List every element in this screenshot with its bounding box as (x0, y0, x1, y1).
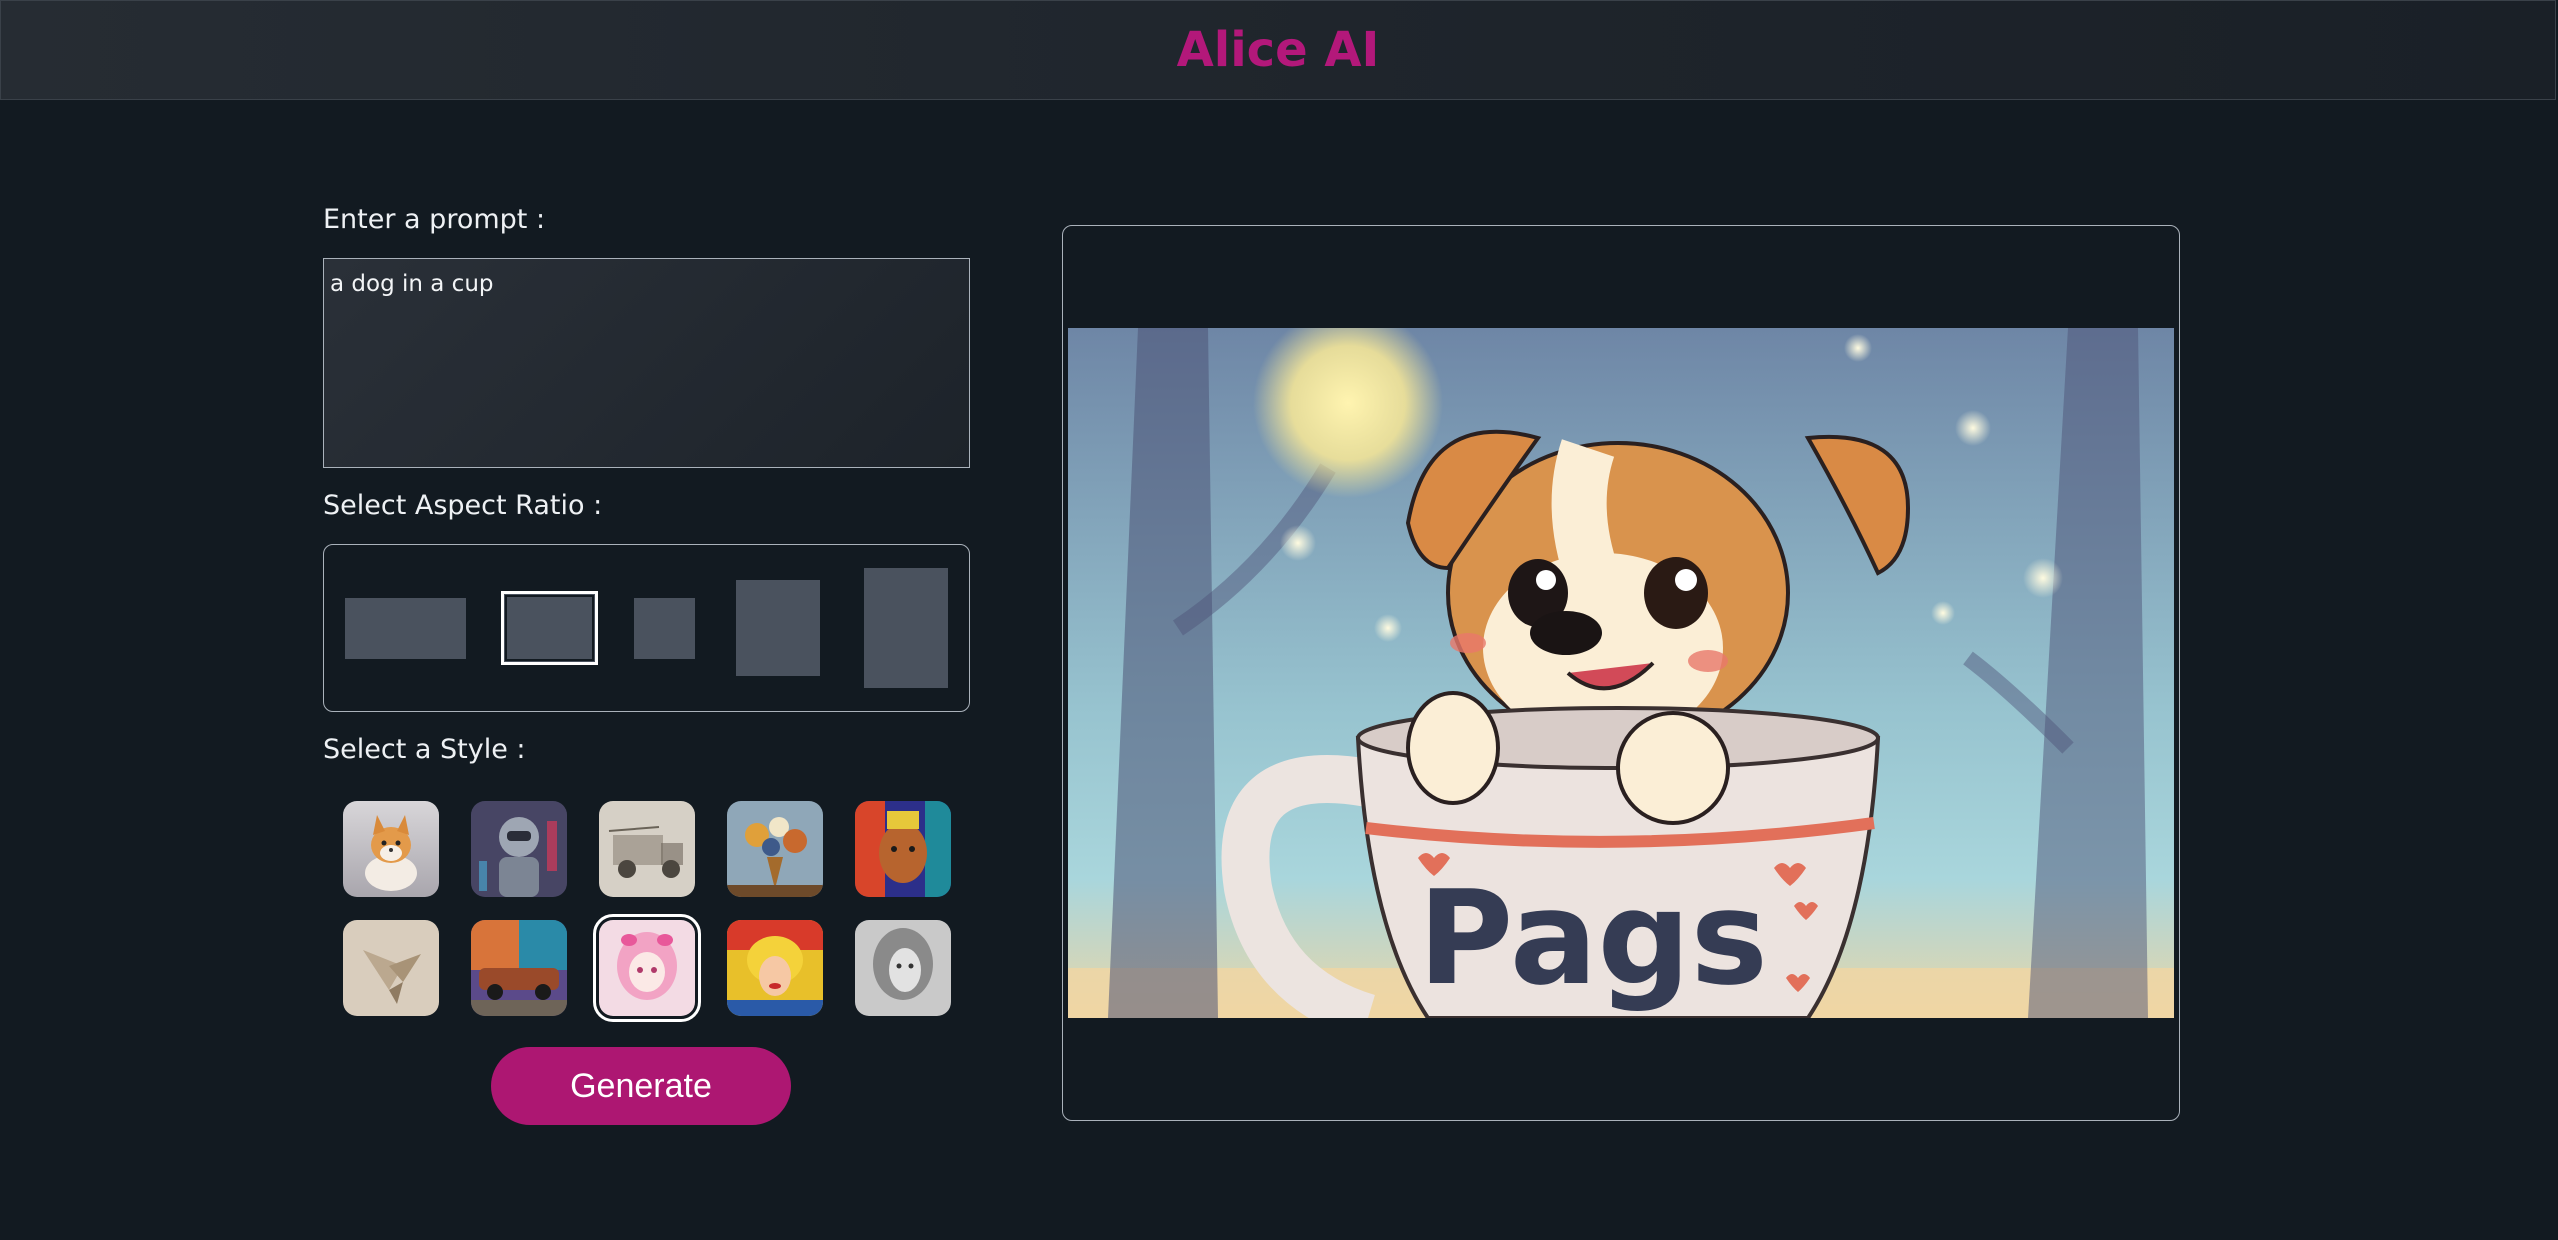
face-thumbnail-icon (855, 801, 951, 897)
flowers-thumbnail-icon (727, 801, 823, 897)
anime-thumbnail-icon (599, 920, 695, 1016)
style-pop-art[interactable] (727, 920, 823, 1016)
dog-thumbnail-icon (343, 801, 439, 897)
origami-thumbnail-icon (343, 920, 439, 1016)
generate-button[interactable]: Generate (491, 1047, 791, 1125)
aspect-ratio-portrait[interactable] (736, 580, 820, 676)
style-label: Select a Style : (323, 734, 526, 765)
truck-thumbnail-icon (599, 801, 695, 897)
style-cyberpunk-robot[interactable] (471, 801, 567, 897)
car-thumbnail-icon (471, 920, 567, 1016)
style-pencil-portrait[interactable] (855, 920, 951, 1016)
robot-thumbnail-icon (471, 801, 567, 897)
cup-text: Pags (1418, 862, 1768, 1014)
pencil-thumbnail-icon (855, 920, 951, 1016)
style-oil-flowers[interactable] (727, 801, 823, 897)
aspect-ratio-label: Select Aspect Ratio : (323, 490, 603, 521)
prompt-input[interactable] (323, 258, 970, 468)
style-colorful-face[interactable] (855, 801, 951, 897)
aspect-ratio-tall[interactable] (864, 568, 948, 688)
app-title: Alice AI (1176, 22, 1380, 78)
style-3d-dog[interactable] (343, 801, 439, 897)
style-graffiti-car[interactable] (471, 920, 567, 1016)
style-origami-bird[interactable] (343, 920, 439, 1016)
aspect-ratio-wide[interactable] (345, 598, 466, 659)
generated-dog-image: Pags (1068, 328, 2174, 1018)
prompt-label: Enter a prompt : (323, 204, 546, 235)
pop-art-thumbnail-icon (727, 920, 823, 1016)
aspect-ratio-landscape[interactable] (501, 591, 598, 665)
app-header: Alice AI (0, 0, 2556, 100)
style-anime-girl[interactable] (593, 914, 701, 1022)
aspect-ratio-square[interactable] (634, 598, 695, 659)
generated-image: Pags (1068, 328, 2174, 1018)
style-sketch-truck[interactable] (599, 801, 695, 897)
